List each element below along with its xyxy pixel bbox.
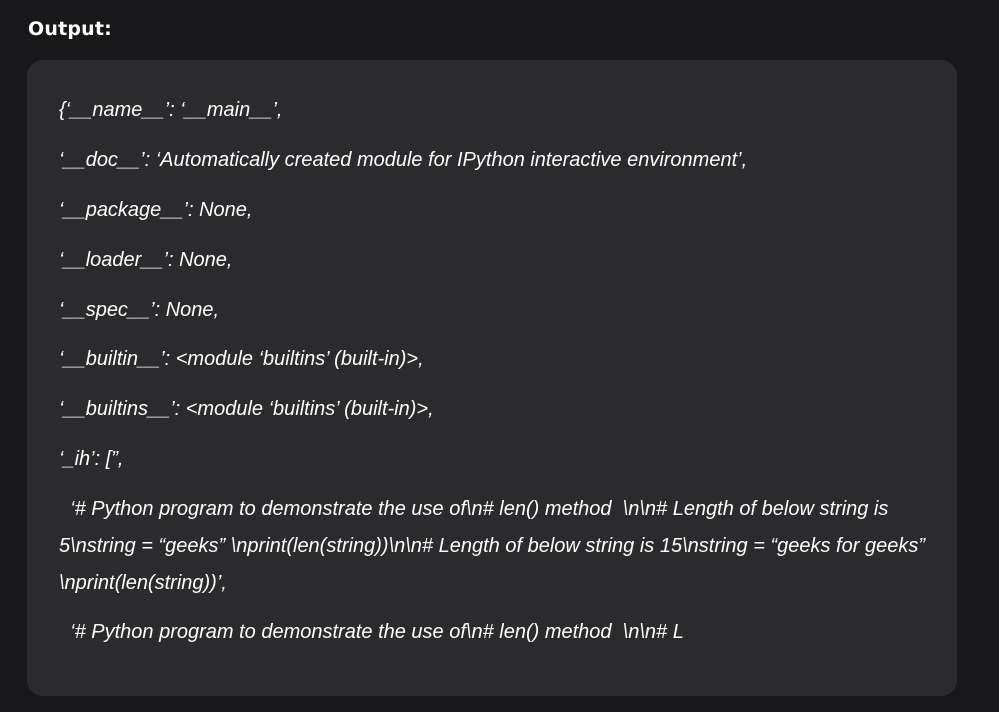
output-line: ‘__package__’: None, — [59, 199, 253, 221]
output-line: ‘__spec__’: None, — [59, 299, 220, 321]
output-heading: Output: — [28, 18, 112, 40]
output-paragraph: ‘# Python program to demonstrate the use… — [59, 498, 931, 594]
output-code-block: {‘__name__’: ‘__main__’, ‘__doc__’: ‘Aut… — [27, 60, 957, 696]
output-line: ‘__loader__’: None, — [59, 249, 233, 271]
output-line: ‘__builtins__’: <module ‘builtins’ (buil… — [59, 398, 434, 420]
output-line: ‘_ih’: [”, — [59, 448, 124, 470]
output-line: {‘__name__’: ‘__main__’, — [59, 99, 283, 121]
output-line: ‘__builtin__’: <module ‘builtins’ (built… — [59, 348, 424, 370]
output-line: ‘__doc__’: ‘Automatically created module… — [59, 149, 748, 171]
output-paragraph: ‘# Python program to demonstrate the use… — [59, 621, 684, 643]
